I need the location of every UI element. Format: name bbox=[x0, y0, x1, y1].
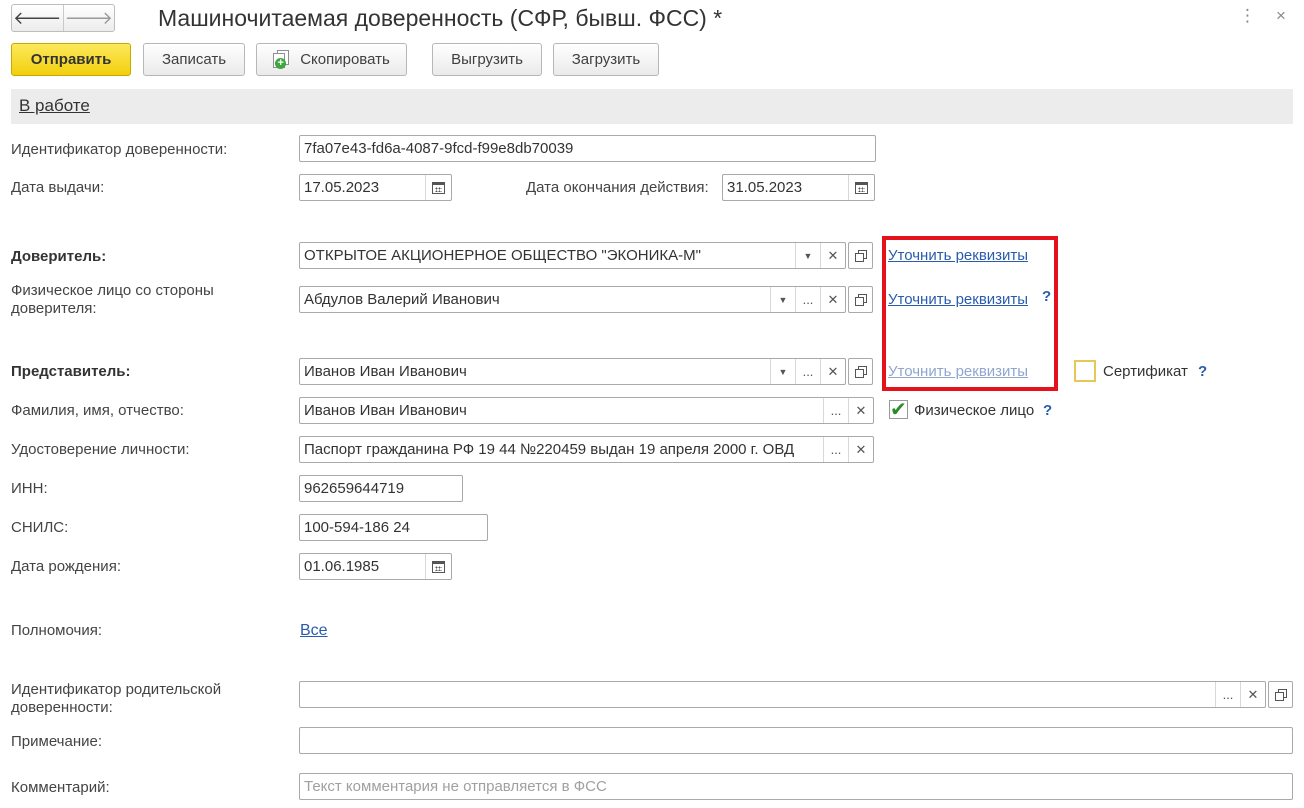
individual-checkbox[interactable]: ✔ bbox=[889, 399, 908, 421]
dropdown-icon[interactable]: ▼ bbox=[770, 359, 795, 384]
principal-label: Доверитель: bbox=[11, 248, 107, 265]
ellipsis-icon[interactable]: ... bbox=[795, 287, 820, 312]
highlight-box bbox=[882, 236, 1058, 391]
end-date-value: 31.05.2023 bbox=[727, 179, 803, 196]
end-date-label: Дата окончания действия: bbox=[526, 179, 709, 196]
dropdown-icon[interactable]: ▼ bbox=[795, 243, 820, 268]
id-label: Идентификатор доверенности: bbox=[11, 141, 228, 158]
more-menu-icon[interactable]: ⋮ bbox=[1239, 6, 1256, 26]
clear-icon[interactable]: ✕ bbox=[820, 243, 845, 268]
principal-person-label-1: Физическое лицо со стороны bbox=[11, 282, 214, 299]
end-date-field[interactable]: 31.05.2023 bbox=[722, 174, 875, 201]
import-button[interactable]: Загрузить bbox=[553, 43, 659, 76]
open-icon[interactable] bbox=[848, 242, 873, 269]
ellipsis-icon[interactable]: ... bbox=[1215, 682, 1240, 707]
note-field[interactable] bbox=[299, 727, 1293, 754]
calendar-icon[interactable] bbox=[848, 175, 874, 200]
inn-label: ИНН: bbox=[11, 480, 48, 497]
clear-icon[interactable]: ✕ bbox=[848, 398, 873, 423]
fio-field[interactable]: Иванов Иван Иванович ... ✕ bbox=[299, 397, 874, 424]
inn-value: 962659644719 bbox=[304, 480, 405, 497]
send-button[interactable]: Отправить bbox=[11, 43, 131, 76]
copy-icon: + bbox=[273, 50, 290, 69]
inn-field[interactable]: 962659644719 bbox=[299, 475, 463, 502]
principal-person-value: Абдулов Валерий Иванович bbox=[304, 291, 500, 308]
birth-date-value: 01.06.1985 bbox=[304, 558, 380, 575]
issue-date-field[interactable]: 17.05.2023 bbox=[299, 174, 452, 201]
nav-buttons: 🡐 🡒 bbox=[11, 4, 115, 32]
copy-button[interactable]: + Скопировать bbox=[256, 43, 407, 76]
export-button[interactable]: Выгрузить bbox=[432, 43, 542, 76]
issue-date-value: 17.05.2023 bbox=[304, 179, 380, 196]
open-icon[interactable] bbox=[848, 358, 873, 385]
clear-icon[interactable]: ✕ bbox=[820, 359, 845, 384]
save-button[interactable]: Записать bbox=[143, 43, 245, 76]
open-icon[interactable] bbox=[1268, 681, 1293, 708]
comment-placeholder: Текст комментария не отправляется в ФСС bbox=[304, 778, 607, 795]
parent-id-value bbox=[300, 682, 1215, 707]
comment-field[interactable]: Текст комментария не отправляется в ФСС bbox=[299, 773, 1293, 800]
powers-link[interactable]: Все bbox=[300, 622, 328, 640]
representative-field[interactable]: Иванов Иван Иванович ▼ ... ✕ bbox=[299, 358, 846, 385]
help-icon[interactable]: ? bbox=[1198, 363, 1207, 380]
ellipsis-icon[interactable]: ... bbox=[823, 437, 848, 462]
identity-doc-field[interactable]: Паспорт гражданина РФ 19 44 №220459 выда… bbox=[299, 436, 874, 463]
representative-label: Представитель: bbox=[11, 363, 131, 380]
representative-value: Иванов Иван Иванович bbox=[304, 363, 467, 380]
identity-doc-value: Паспорт гражданина РФ 19 44 №220459 выда… bbox=[304, 441, 795, 458]
issue-date-label: Дата выдачи: bbox=[11, 179, 105, 196]
back-arrow-icon[interactable]: 🡐 bbox=[12, 5, 63, 31]
principal-person-field[interactable]: Абдулов Валерий Иванович ▼ ... ✕ bbox=[299, 286, 846, 313]
certificate-label: Сертификат bbox=[1103, 363, 1188, 380]
clear-icon[interactable]: ✕ bbox=[848, 437, 873, 462]
fio-label: Фамилия, имя, отчество: bbox=[11, 402, 184, 419]
ellipsis-icon[interactable]: ... bbox=[823, 398, 848, 423]
status-link[interactable]: В работе bbox=[19, 96, 90, 116]
calendar-icon[interactable] bbox=[425, 175, 451, 200]
dropdown-icon[interactable]: ▼ bbox=[770, 287, 795, 312]
id-field[interactable]: 7fa07e43-fd6a-4087-9fcd-f99e8db70039 bbox=[299, 135, 876, 162]
id-value: 7fa07e43-fd6a-4087-9fcd-f99e8db70039 bbox=[304, 140, 574, 157]
principal-field[interactable]: ОТКРЫТОЕ АКЦИОНЕРНОЕ ОБЩЕСТВО "ЭКОНИКА-М… bbox=[299, 242, 846, 269]
snils-value: 100-594-186 24 bbox=[304, 519, 410, 536]
identity-doc-label: Удостоверение личности: bbox=[11, 441, 190, 458]
parent-id-field[interactable]: ... ✕ bbox=[299, 681, 1266, 708]
copy-button-label: Скопировать bbox=[300, 51, 390, 68]
check-icon: ✔ bbox=[890, 399, 907, 421]
certificate-checkbox[interactable] bbox=[1074, 360, 1096, 382]
parent-id-label-2: доверенности: bbox=[11, 699, 113, 716]
parent-id-label-1: Идентификатор родительской bbox=[11, 681, 222, 698]
clear-icon[interactable]: ✕ bbox=[820, 287, 845, 312]
powers-label: Полномочия: bbox=[11, 622, 102, 639]
status-band bbox=[11, 89, 1293, 124]
open-icon[interactable] bbox=[848, 286, 873, 313]
birth-date-label: Дата рождения: bbox=[11, 558, 121, 575]
forward-arrow-icon[interactable]: 🡒 bbox=[62, 5, 115, 31]
principal-value: ОТКРЫТОЕ АКЦИОНЕРНОЕ ОБЩЕСТВО "ЭКОНИКА-М… bbox=[304, 247, 701, 264]
birth-date-field[interactable]: 01.06.1985 bbox=[299, 553, 452, 580]
close-icon[interactable]: × bbox=[1276, 6, 1286, 26]
snils-label: СНИЛС: bbox=[11, 519, 69, 536]
help-icon[interactable]: ? bbox=[1043, 402, 1052, 419]
individual-label: Физическое лицо bbox=[914, 402, 1035, 419]
fio-value: Иванов Иван Иванович bbox=[304, 402, 467, 419]
ellipsis-icon[interactable]: ... bbox=[795, 359, 820, 384]
page-title: Машиночитаемая доверенность (СФР, бывш. … bbox=[158, 5, 723, 31]
comment-label: Комментарий: bbox=[11, 779, 110, 796]
snils-field[interactable]: 100-594-186 24 bbox=[299, 514, 488, 541]
note-label: Примечание: bbox=[11, 733, 102, 750]
note-value bbox=[300, 728, 1292, 753]
principal-person-label-2: доверителя: bbox=[11, 300, 97, 317]
calendar-icon[interactable] bbox=[425, 554, 451, 579]
clear-icon[interactable]: ✕ bbox=[1240, 682, 1265, 707]
